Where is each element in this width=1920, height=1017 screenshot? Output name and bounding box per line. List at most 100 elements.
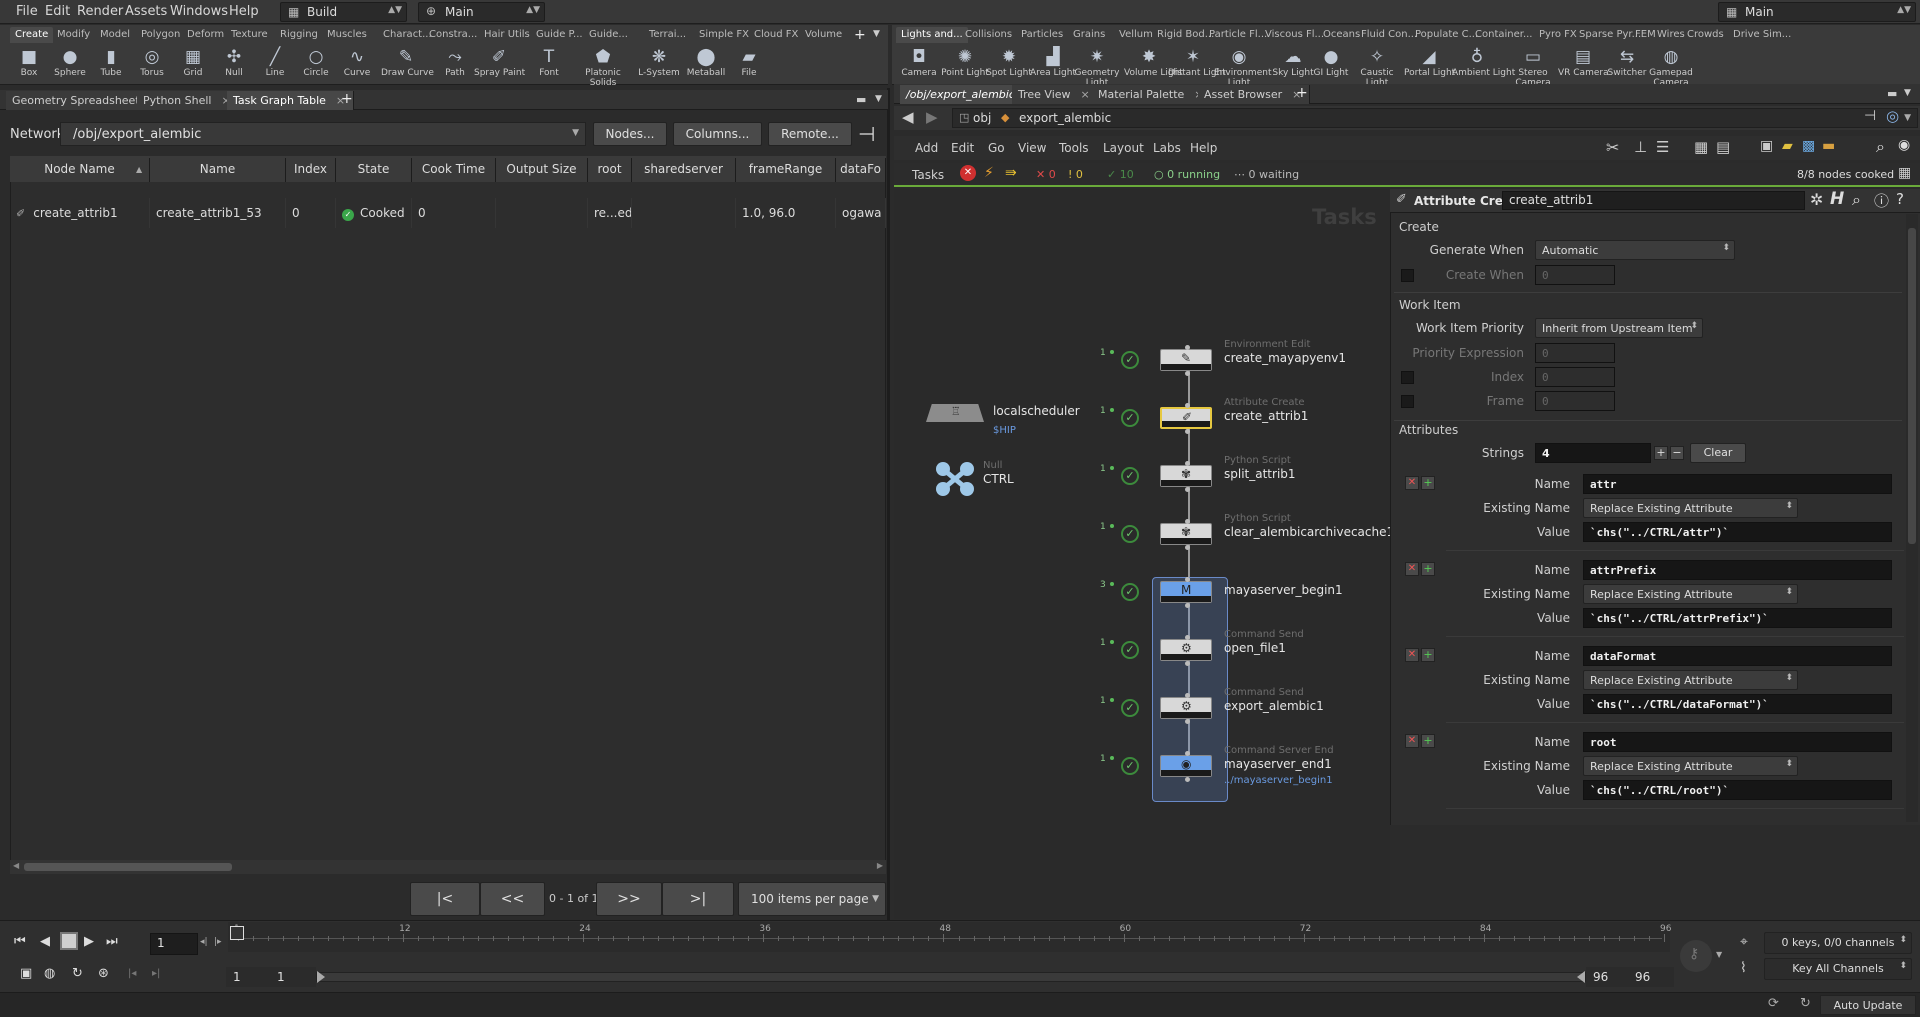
network-node-mayaserver-begin1[interactable]: M: [1160, 581, 1212, 603]
shelf-menu-icon[interactable]: ▼: [873, 29, 880, 39]
shelf-tool-platonic-solids[interactable]: ⬟ Platonic Solids: [578, 46, 628, 88]
items-per-page-select[interactable]: 100 items per page ▼: [738, 882, 886, 916]
search-icon[interactable]: ⌕: [1852, 190, 1861, 210]
column-header-state[interactable]: State: [336, 158, 412, 182]
attribute-value-field[interactable]: `chs("../CTRL/attr")`: [1583, 522, 1892, 542]
shelf-tool-camera[interactable]: ◘ Camera: [894, 46, 944, 84]
range-start-handle[interactable]: [317, 971, 325, 983]
output-connector[interactable]: [1185, 719, 1190, 724]
shelf-tool-spot-light[interactable]: ✹ Spot Light: [984, 46, 1034, 84]
shelf-tab-terrai[interactable]: Terrai...: [644, 27, 691, 43]
path-field[interactable]: ◳ obj ◆ export_alembic ▼: [952, 108, 1918, 128]
forward-arrow-icon[interactable]: ▶: [926, 108, 938, 126]
shelf-tool-vr-camera[interactable]: ▤ VR Camera: [1558, 46, 1609, 84]
search-icon[interactable]: ⌕: [1876, 137, 1885, 157]
param-scrollbar[interactable]: [1906, 214, 1918, 822]
pane-menu-icon[interactable]: ▼: [875, 94, 882, 104]
main-selector[interactable]: ▦ Main ▲▼: [1718, 2, 1916, 22]
existing-name-menu[interactable]: Replace Existing Attribute ⬍: [1583, 498, 1798, 518]
net-menu-layout[interactable]: Layout: [1103, 141, 1144, 155]
link-icon[interactable]: ◎: [1886, 107, 1899, 125]
tab-python-shell[interactable]: Python Shell×: [137, 91, 240, 110]
shelf-tab-cloud-fx[interactable]: Cloud FX: [749, 27, 803, 43]
network-node-clear-alembicarchivecache1[interactable]: ✾: [1160, 523, 1212, 545]
range-start2-field[interactable]: 1: [270, 967, 316, 987]
info-icon[interactable]: ⓘ: [1874, 190, 1889, 211]
shelf-tool-geometry-light[interactable]: ✷ Geometry Light: [1072, 46, 1122, 88]
column-header-name[interactable]: Name: [150, 158, 286, 182]
pane-menu-icon[interactable]: ▼: [1904, 88, 1911, 98]
play-reverse-icon[interactable]: ◀: [40, 934, 50, 949]
go-start-icon[interactable]: ⏮: [14, 934, 26, 949]
shelf-tool-distant-light[interactable]: ✶ Distant Light: [1168, 46, 1226, 84]
output-connector[interactable]: [1185, 777, 1190, 782]
network-node-create-mayapyenv1[interactable]: ✎: [1160, 349, 1212, 371]
range-start-icon[interactable]: |◂: [128, 968, 136, 979]
node-name-label[interactable]: mayaserver_begin1: [1224, 583, 1343, 597]
ctrl-null-node[interactable]: [934, 460, 976, 498]
shelf-tab-crowds[interactable]: Crowds: [1682, 27, 1729, 43]
range-end-handle[interactable]: [1577, 971, 1585, 983]
node-name-label[interactable]: export_alembic1: [1224, 699, 1324, 713]
realtime-icon[interactable]: ↻: [72, 966, 83, 981]
grid-view-icon[interactable]: ▦: [1694, 138, 1708, 156]
column-header-datafo[interactable]: dataFo: [836, 158, 886, 182]
column-header-output-size[interactable]: Output Size: [496, 158, 588, 182]
shelf-tool-caustic-light[interactable]: ✧ Caustic Light: [1352, 46, 1402, 88]
existing-name-menu[interactable]: Replace Existing Attribute ⬍: [1583, 756, 1798, 776]
attribute-name-field[interactable]: dataFormat: [1583, 646, 1892, 666]
input-connector[interactable]: [1185, 345, 1190, 350]
update-icon[interactable]: ↻: [1800, 996, 1811, 1011]
remove-attribute-button[interactable]: ✕: [1405, 734, 1419, 748]
net-menu-edit[interactable]: Edit: [951, 141, 974, 155]
sticky-note-icon[interactable]: ▰: [1782, 138, 1793, 154]
shelf-tab-grains[interactable]: Grains: [1068, 27, 1110, 43]
node-name-label[interactable]: create_attrib1: [1224, 409, 1308, 423]
shelf-tool-environment-light[interactable]: ◉ Environment Light: [1214, 46, 1271, 88]
shelf-tab-guide-p[interactable]: Guide P...: [531, 27, 588, 43]
input-connector[interactable]: [1185, 693, 1190, 698]
net-menu-add[interactable]: Add: [915, 141, 938, 155]
time-icon[interactable]: ⊛: [98, 966, 109, 981]
network-canvas[interactable]: Tasks: [894, 189, 1390, 919]
shelf-tool-stereo-camera[interactable]: ▭ Stereo Camera: [1508, 46, 1558, 88]
sync-icon[interactable]: ⟳: [1768, 996, 1779, 1011]
node-name-label[interactable]: create_mayapyenv1: [1224, 351, 1346, 365]
work-item-section[interactable]: Work Item: [1399, 298, 1461, 312]
menu-edit[interactable]: Edit: [45, 4, 70, 19]
existing-name-menu[interactable]: Replace Existing Attribute ⬍: [1583, 670, 1798, 690]
net-menu-tools[interactable]: Tools: [1059, 141, 1089, 155]
menu-help[interactable]: Help: [229, 4, 259, 19]
tab-material-palette[interactable]: Material Palette×: [1092, 85, 1213, 104]
shelf-tab-create[interactable]: Create: [10, 27, 54, 43]
network-node-export-alembic1[interactable]: ⚙: [1160, 697, 1212, 719]
next-page-button[interactable]: >>: [596, 882, 662, 916]
tab-asset-browser[interactable]: Asset Browser ×: [1198, 85, 1311, 104]
existing-name-menu[interactable]: Replace Existing Attribute ⬍: [1583, 584, 1798, 604]
scrollbar-thumb[interactable]: [24, 863, 232, 871]
cancel-tasks-icon[interactable]: ✕: [960, 165, 976, 181]
first-page-button[interactable]: |<: [410, 882, 480, 916]
shelf-tab-lights-and[interactable]: Lights and...: [896, 27, 968, 43]
add-tab-icon[interactable]: +: [1296, 85, 1308, 101]
shelf-tab-guide[interactable]: Guide...: [584, 27, 633, 43]
shelf-tab-volume[interactable]: Volume: [800, 27, 847, 43]
task-complete-icon[interactable]: ✓: [1121, 641, 1139, 659]
help-h-icon[interactable]: H: [1830, 189, 1844, 209]
net-menu-go[interactable]: Go: [988, 141, 1005, 155]
close-icon[interactable]: ×: [1081, 88, 1090, 101]
shelf-tab-hair-utils[interactable]: Hair Utils: [479, 27, 535, 43]
shelf-tab-particles[interactable]: Particles: [1016, 27, 1068, 43]
pin-icon[interactable]: ⊣: [1864, 108, 1876, 124]
shelf-tab-muscles[interactable]: Muscles: [322, 27, 372, 43]
scrollbar-thumb[interactable]: [1908, 228, 1916, 544]
shelf-tab-rigging[interactable]: Rigging: [275, 27, 323, 43]
priority-expression-field[interactable]: 0: [1535, 343, 1615, 363]
key-all-channels-menu[interactable]: Key All Channels ⬍: [1764, 958, 1912, 980]
input-connector[interactable]: [1185, 577, 1190, 582]
table-hscrollbar[interactable]: ◀ ▶: [10, 860, 886, 874]
shelf-tab-collisions[interactable]: Collisions: [960, 27, 1017, 43]
shelf-tab-model[interactable]: Model: [95, 27, 135, 43]
shelf-tool-l-system[interactable]: ❋ L-System: [634, 46, 684, 84]
audio-icon[interactable]: ◍: [44, 966, 55, 981]
